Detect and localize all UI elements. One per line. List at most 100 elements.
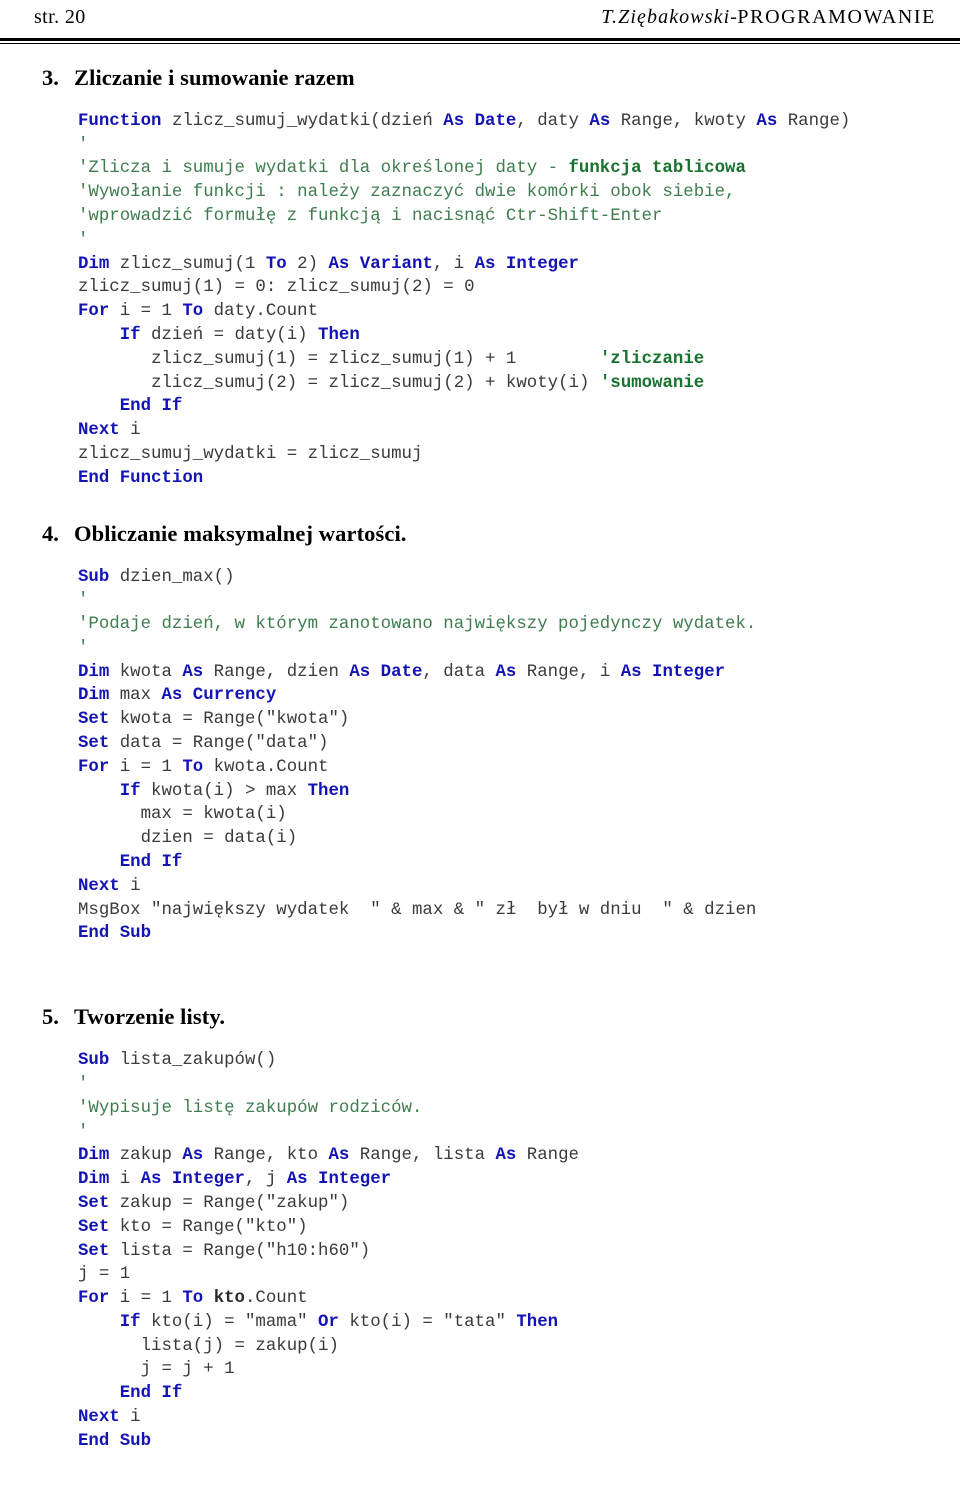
code-line: End Function — [78, 467, 960, 491]
code-token: dzien = data(i) — [78, 829, 298, 849]
heading-code-spacer — [0, 1030, 960, 1049]
code-token: As Integer — [286, 1170, 392, 1190]
code-line: If kwota(i) > max Then — [78, 780, 960, 804]
code-line: ' — [78, 1073, 960, 1097]
code-token: As — [495, 662, 517, 682]
code-token: Dim — [78, 1170, 110, 1190]
code-line: Set lista = Range("h10:h60") — [78, 1240, 960, 1264]
code-line: 'wprowadzić formułę z funkcją i nacisnąć… — [78, 205, 960, 229]
code-token: Range — [516, 1146, 579, 1166]
code-token: For — [78, 1289, 110, 1309]
code-line: dzien = data(i) — [78, 827, 960, 851]
code-token: kto(i) = "mama" — [140, 1312, 319, 1332]
code-line: Next i — [78, 1406, 960, 1430]
code-line: Set kto = Range("kto") — [78, 1216, 960, 1240]
code-line: Dim zlicz_sumuj(1 To 2) As Variant, i As… — [78, 253, 960, 277]
code-token: , i — [432, 254, 475, 274]
code-line: Set zakup = Range("zakup") — [78, 1192, 960, 1216]
code-token: Range) — [777, 111, 851, 131]
heading-code-spacer — [0, 547, 960, 566]
code-token: zlicz_sumuj(1) = zlicz_sumuj(1) + 1 — [78, 349, 600, 369]
code-token: data = Range("data") — [109, 734, 329, 754]
code-line: j = j + 1 — [78, 1358, 960, 1382]
code-token: i — [119, 1408, 141, 1428]
code-token: zakup — [109, 1146, 183, 1166]
code-token: zakup = Range("zakup") — [109, 1193, 350, 1213]
code-token: i = 1 — [109, 1289, 183, 1309]
code-line: 'Podaje dzień, w którym zanotowano najwi… — [78, 613, 960, 637]
page-number-label: str. 20 — [34, 6, 86, 28]
code-token: ' — [78, 638, 89, 658]
code-token: For — [78, 757, 110, 777]
sections-container: 3. Zliczanie i sumowanie razem Function zl… — [0, 65, 960, 1454]
code-line: zlicz_sumuj(1) = 0: zlicz_sumuj(2) = 0 — [78, 276, 960, 300]
code-token: End If — [119, 1384, 183, 1404]
code-line: Set data = Range("data") — [78, 732, 960, 756]
code-line: ' — [78, 637, 960, 661]
code-token: i = 1 — [109, 302, 183, 322]
code-token: lista = Range("h10:h60") — [109, 1241, 371, 1261]
code-token: i = 1 — [109, 757, 183, 777]
code-token: lista(j) = zakup(i) — [78, 1336, 339, 1356]
code-token: End If — [119, 397, 183, 417]
code-token: max — [109, 686, 162, 706]
code-token: Or — [318, 1312, 339, 1332]
code-token: As Date — [349, 662, 423, 682]
code-token: Sub — [78, 1051, 110, 1071]
code-line: Next i — [78, 419, 960, 443]
code-token: zlicz_sumuj_wydatki = zlicz_sumuj — [78, 445, 423, 465]
code-token: To — [182, 1289, 214, 1309]
code-token: As Integer — [620, 662, 726, 682]
code-line: End If — [78, 1382, 960, 1406]
code-token: zlicz_sumuj(1 — [109, 254, 266, 274]
code-line: lista(j) = zakup(i) — [78, 1335, 960, 1359]
page-header-row: str. 20 T.Ziębakowski-PROGRAMOWANIE — [0, 0, 960, 29]
code-token: max = kwota(i) — [78, 805, 287, 825]
code-line: End Sub — [78, 922, 960, 946]
code-line: Sub lista_zakupów() — [78, 1049, 960, 1073]
code-token: ' — [78, 591, 89, 611]
code-token: As Variant — [328, 254, 433, 274]
code-token: , daty — [516, 111, 590, 131]
code-token: Dim — [78, 662, 110, 682]
section: 5. Tworzenie listy. Sub lista_zakupów() ' 'W… — [0, 1004, 960, 1453]
code-line: End If — [78, 395, 960, 419]
code-block: Sub lista_zakupów() ' 'Wypisuje listę zaku… — [78, 1049, 960, 1454]
code-token: Set — [78, 734, 110, 754]
code-token: Dim — [78, 686, 110, 706]
code-token: daty.Count — [203, 302, 319, 322]
section-heading: 3. Zliczanie i sumowanie razem — [0, 65, 960, 91]
code-line: For i = 1 To daty.Count — [78, 300, 960, 324]
section-title: Obliczanie maksymalnej wartości. — [74, 520, 407, 546]
code-line: max = kwota(i) — [78, 803, 960, 827]
code-block: Sub dzien_max() ' 'Podaje dzień, w którym … — [78, 566, 960, 947]
code-token: funkcja tablicowa — [568, 159, 746, 179]
header-divider-rule — [0, 38, 960, 44]
code-token: Sub — [78, 567, 110, 587]
code-token: Dim — [78, 1146, 110, 1166]
code-token: End If — [119, 853, 183, 873]
code-line: If kto(i) = "mama" Or kto(i) = "tata" Th… — [78, 1311, 960, 1335]
code-line: ' — [78, 1121, 960, 1145]
code-token: End Sub — [78, 924, 152, 944]
code-token: 'Wypisuje listę zakupów rodziców. — [78, 1098, 423, 1118]
code-token: Next — [78, 1408, 120, 1428]
code-token: As Currency — [161, 686, 277, 706]
code-token: Then — [307, 781, 350, 801]
code-token: Set — [78, 1217, 110, 1237]
code-token: kto — [213, 1289, 245, 1309]
code-token: Next — [78, 421, 120, 441]
code-token: For — [78, 302, 110, 322]
code-line: Set kwota = Range("kwota") — [78, 708, 960, 732]
code-token: As — [328, 1146, 350, 1166]
code-token: i — [109, 1170, 141, 1190]
code-token: Next — [78, 876, 120, 896]
section-number: 4. — [42, 520, 59, 546]
code-token: As — [182, 1146, 204, 1166]
code-token: Function — [78, 111, 172, 131]
section-number: 5. — [42, 1004, 59, 1030]
code-token: As Date — [443, 111, 517, 131]
code-token: 'wprowadzić formułę z funkcją i nacisnąć… — [78, 207, 663, 227]
code-token: Dim — [78, 254, 110, 274]
